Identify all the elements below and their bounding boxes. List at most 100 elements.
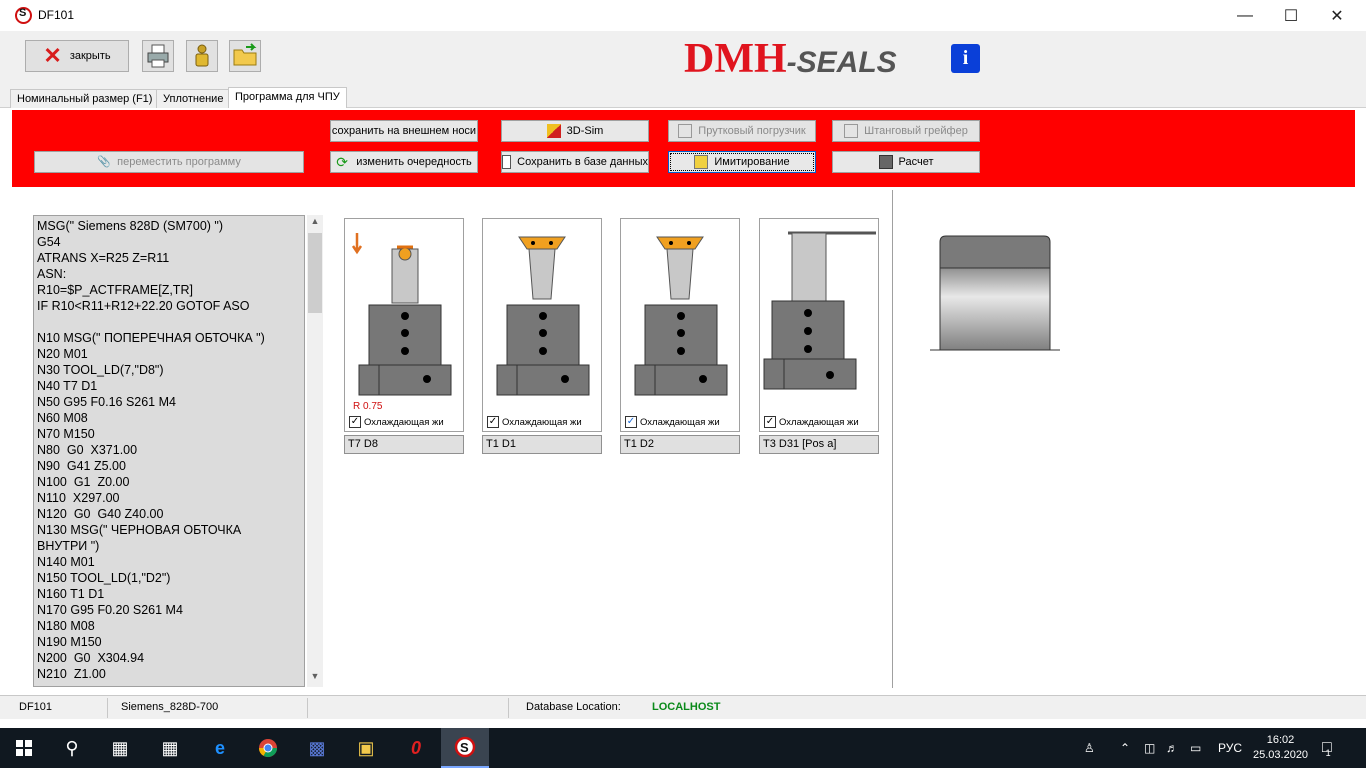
coolant-checkbox[interactable]: ✓ Охлаждающая жи (349, 416, 444, 428)
edge-browser-icon[interactable]: e (196, 728, 244, 768)
code-line: N130 MSG(" ЧЕРНОВАЯ ОБТОЧКА (37, 523, 242, 537)
checkbox-checked-icon[interactable]: ✓ (487, 416, 499, 428)
bar-loader-icon (678, 124, 693, 138)
tool-card[interactable]: ✓ Охлаждающая жи (759, 218, 879, 432)
minimize-button[interactable]: — (1222, 0, 1268, 31)
network-icon[interactable]: ◫ (1144, 728, 1155, 768)
tab-seal[interactable]: Уплотнение (156, 89, 231, 108)
sim3d-button[interactable]: 3D-Sim (501, 120, 649, 142)
language-indicator[interactable]: РУС (1218, 728, 1242, 768)
code-line: N190 M150 (37, 635, 102, 649)
search-icon[interactable]: ⚲ (48, 728, 96, 768)
notification-icon[interactable]: □ 1 (1322, 728, 1332, 768)
rod-gripper-icon (844, 124, 859, 138)
paperclip-icon: 📎 (97, 156, 111, 168)
notification-count: 1 (1325, 748, 1331, 758)
code-line: N80 G0 X371.00 (37, 443, 138, 457)
sim3d-icon (546, 124, 561, 138)
calculate-button[interactable]: Расчет (832, 151, 980, 173)
svg-text:S: S (460, 740, 469, 755)
change-order-button[interactable]: ⟳ изменить очередность (330, 151, 478, 173)
toolbar: ✕ закрыть DMH-SEALS i (0, 31, 1366, 86)
code-line: N70 M150 (37, 427, 95, 441)
coolant-checkbox[interactable]: ✓ Охлаждающая жи (625, 416, 720, 428)
code-line: N140 M01 (37, 555, 95, 569)
save-app-icon[interactable]: ▩ (293, 728, 341, 768)
status-machine-id: DF101 (19, 701, 53, 713)
print-button[interactable] (142, 40, 174, 72)
tray-arrow-icon[interactable]: ⌃ (1120, 728, 1130, 768)
close-button-label: закрыть (69, 50, 111, 62)
settings-button[interactable] (186, 40, 218, 72)
close-button[interactable]: ✕ закрыть (25, 40, 129, 72)
battery-icon[interactable]: ▭ (1190, 728, 1201, 768)
dmh-app-taskbar-icon[interactable]: S (441, 728, 489, 768)
windows-start-icon[interactable] (0, 728, 48, 768)
scroll-up-icon[interactable]: ▲ (307, 216, 323, 232)
code-line: ASN: (37, 267, 67, 281)
grooving-tool-icon (763, 231, 876, 390)
checkbox-checked-icon[interactable]: ✓ (349, 416, 361, 428)
chrome-browser-icon[interactable] (244, 728, 292, 768)
tool-card[interactable]: ✓ Охлаждающая жи (482, 218, 602, 432)
clock-time: 16:02 (1266, 734, 1295, 746)
code-scrollbar[interactable]: ▲ ▼ (307, 215, 323, 687)
bar-loader-button[interactable]: Прутковый погрузчик (668, 120, 816, 142)
checkbox-checked-icon[interactable]: ✓ (625, 416, 637, 428)
tool-card[interactable]: R 0.75 ✓ Охлаждающая жи (344, 218, 464, 432)
calculator-app-icon[interactable]: ▦ (146, 728, 194, 768)
tool-label: T1 D1 (482, 435, 602, 454)
coolant-checkbox[interactable]: ✓ Охлаждающая жи (487, 416, 582, 428)
close-window-button[interactable]: ✕ (1314, 0, 1360, 31)
taskbar: ⚲ ▦ ▦ e ▩ ▣ 0 S ♙ ⌃ ◫ ♬ ▭ РУС 16:02 25.0… (0, 728, 1366, 768)
code-line: G54 (37, 235, 61, 249)
save-db-button[interactable]: Сохранить в базе данных (501, 151, 649, 173)
coolant-checkbox[interactable]: ✓ Охлаждающая жи (764, 416, 859, 428)
people-icon[interactable]: ♙ (1084, 728, 1095, 768)
clock-date: 25.03.2020 (1253, 749, 1309, 761)
tool-holder-icon (351, 233, 452, 396)
code-line: N150 TOOL_LD(1,"D2") (37, 571, 171, 585)
code-line: IF R10<R11+R12+22.20 GOTOF ASO (37, 299, 250, 313)
seal-profile-preview (930, 235, 1060, 351)
code-line: N60 M08 (37, 411, 88, 425)
status-db-label: Database Location: (526, 701, 621, 713)
code-line: MSG(" Siemens 828D (SM700) ") (37, 219, 224, 233)
cnc-code-listing[interactable]: MSG(" Siemens 828D (SM700) ") G54 ATRANS X… (33, 215, 305, 687)
maximize-button[interactable]: ☐ (1268, 0, 1314, 31)
calculator-icon (878, 155, 893, 169)
code-line: N110 X297.00 (37, 491, 120, 505)
simulate-icon (694, 155, 709, 169)
simulate-button[interactable]: Имитирование (668, 151, 816, 173)
code-line: N120 G0 G40 Z40.00 (37, 507, 164, 521)
code-line: ВНУТРИ ") (37, 539, 100, 553)
save-external-button[interactable]: сохранить на внешнем носи (330, 120, 478, 142)
folder-open-icon (233, 43, 257, 66)
status-db-value: LOCALHOST (652, 701, 721, 713)
task-view-icon[interactable]: ▦ (96, 728, 144, 768)
scroll-down-icon[interactable]: ▼ (307, 671, 323, 687)
move-program-button[interactable]: 📎 переместить программу (34, 151, 304, 173)
file-explorer-icon[interactable]: ▣ (342, 728, 390, 768)
rod-gripper-button[interactable]: Штанговый грейфер (832, 120, 980, 142)
scroll-thumb[interactable] (308, 233, 322, 313)
volume-icon[interactable]: ♬ (1166, 728, 1178, 768)
boring-bar-icon (496, 236, 590, 396)
dmh-seals-logo: DMH-SEALS (684, 36, 897, 82)
code-line: N90 G41 Z5.00 (37, 459, 126, 473)
tab-cnc-program[interactable]: Программа для ЧПУ (228, 87, 347, 108)
action-panel: сохранить на внешнем носи 3D-Sim Прутков… (12, 110, 1355, 187)
code-line: N10 MSG(" ПОПЕРЕЧНАЯ ОБТОЧКА ") (37, 331, 265, 345)
code-line: N40 T7 D1 (37, 379, 98, 393)
open-folder-button[interactable] (229, 40, 261, 72)
tab-nominal-size[interactable]: Номинальный размер (F1) (10, 89, 160, 108)
tab-strip: Номинальный размер (F1) Уплотнение Прогр… (0, 86, 1366, 108)
checkbox-checked-icon[interactable]: ✓ (764, 416, 776, 428)
code-line: N100 G1 Z0.00 (37, 475, 130, 489)
clock[interactable]: 16:02 25.03.2020 (1253, 728, 1308, 768)
tool-card[interactable]: ✓ Охлаждающая жи (620, 218, 740, 432)
tool-label: T7 D8 (344, 435, 464, 454)
red-app-icon[interactable]: 0 (392, 728, 440, 768)
info-icon[interactable]: i (951, 44, 980, 73)
